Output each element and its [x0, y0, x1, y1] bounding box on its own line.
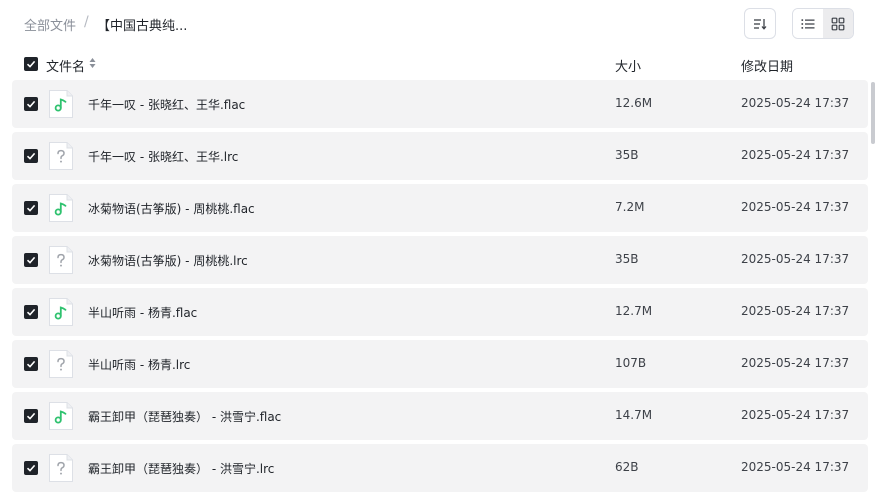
- top-bar: 全部文件 / 【中国古典纯...: [0, 0, 878, 48]
- column-header-modified: 修改日期: [741, 60, 794, 75]
- row-checkbox[interactable]: [24, 253, 38, 267]
- checkmark-icon: [26, 412, 36, 420]
- file-row[interactable]: 冰菊物语(古筝版) - 周桃桃.lrc 35B 2025-05-24 17:37: [12, 236, 868, 284]
- file-name[interactable]: 冰菊物语(古筝版) - 周桃桃.flac: [88, 200, 255, 217]
- file-modified-date: 2025-05-24 17:37: [741, 408, 850, 422]
- audio-file-icon: [49, 298, 73, 326]
- breadcrumb-current-folder: 【中国古典纯...: [97, 19, 188, 34]
- checkmark-icon: [26, 100, 36, 108]
- unknown-file-icon: [49, 350, 73, 378]
- file-row[interactable]: 千年一叹 - 张晓红、王华.lrc 35B 2025-05-24 17:37: [12, 132, 868, 180]
- file-size: 35B: [615, 252, 639, 266]
- file-row[interactable]: 霸王卸甲（琵琶独奏） - 洪雪宁.flac 14.7M 2025-05-24 1…: [12, 392, 868, 440]
- file-row[interactable]: 霸王卸甲（琵琶独奏） - 洪雪宁.lrc 62B 2025-05-24 17:3…: [12, 444, 868, 492]
- column-header-size: 大小: [615, 60, 642, 75]
- unknown-file-icon: [49, 454, 73, 482]
- file-row[interactable]: 千年一叹 - 张晓红、王华.flac 12.6M 2025-05-24 17:3…: [12, 80, 868, 128]
- row-checkbox[interactable]: [24, 97, 38, 111]
- file-name[interactable]: 半山听雨 - 杨青.flac: [88, 304, 197, 321]
- file-name[interactable]: 千年一叹 - 张晓红、王华.flac: [88, 96, 245, 113]
- file-name[interactable]: 霸王卸甲（琵琶独奏） - 洪雪宁.lrc: [88, 460, 274, 477]
- sort-toggle-icon[interactable]: [89, 57, 96, 69]
- audio-file-icon: [49, 402, 73, 430]
- audio-file-icon: [49, 90, 73, 118]
- breadcrumb-root-link[interactable]: 全部文件: [24, 15, 76, 34]
- row-checkbox[interactable]: [24, 461, 38, 475]
- checkmark-icon: [26, 308, 36, 316]
- file-row[interactable]: 冰菊物语(古筝版) - 周桃桃.flac 7.2M 2025-05-24 17:…: [12, 184, 868, 232]
- file-modified-date: 2025-05-24 17:37: [741, 460, 850, 474]
- row-checkbox[interactable]: [24, 305, 38, 319]
- row-checkbox[interactable]: [24, 149, 38, 163]
- file-name[interactable]: 半山听雨 - 杨青.lrc: [88, 356, 190, 373]
- checkmark-icon: [26, 464, 36, 472]
- file-modified-date: 2025-05-24 17:37: [741, 96, 850, 110]
- breadcrumb-separator: /: [84, 14, 89, 30]
- checkmark-icon: [26, 60, 36, 68]
- column-header-name[interactable]: 文件名: [46, 56, 85, 75]
- file-size: 35B: [615, 148, 639, 162]
- file-name[interactable]: 千年一叹 - 张晓红、王华.lrc: [88, 148, 238, 165]
- file-size: 62B: [615, 460, 639, 474]
- row-checkbox[interactable]: [24, 201, 38, 215]
- checkmark-icon: [26, 204, 36, 212]
- file-modified-date: 2025-05-24 17:37: [741, 148, 850, 162]
- file-size: 12.7M: [615, 304, 653, 318]
- select-all-checkbox[interactable]: [24, 57, 38, 71]
- row-checkbox[interactable]: [24, 409, 38, 423]
- sort-button[interactable]: [744, 8, 776, 39]
- file-row[interactable]: 半山听雨 - 杨青.lrc 107B 2025-05-24 17:37: [12, 340, 868, 388]
- audio-file-icon: [49, 194, 73, 222]
- file-name[interactable]: 霸王卸甲（琵琶独奏） - 洪雪宁.flac: [88, 408, 281, 425]
- vertical-scrollbar[interactable]: [871, 82, 875, 144]
- checkmark-icon: [26, 152, 36, 160]
- file-modified-date: 2025-05-24 17:37: [741, 356, 850, 370]
- file-table-header: 文件名 大小 修改日期: [0, 50, 878, 78]
- file-row[interactable]: 半山听雨 - 杨青.flac 12.7M 2025-05-24 17:37: [12, 288, 868, 336]
- file-modified-date: 2025-05-24 17:37: [741, 252, 850, 266]
- file-size: 12.6M: [615, 96, 653, 110]
- unknown-file-icon: [49, 142, 73, 170]
- checkmark-icon: [26, 360, 36, 368]
- view-toggle-group: [792, 8, 854, 39]
- row-checkbox[interactable]: [24, 357, 38, 371]
- grid-view-button[interactable]: [823, 9, 853, 38]
- file-size: 14.7M: [615, 408, 653, 422]
- file-modified-date: 2025-05-24 17:37: [741, 304, 850, 318]
- file-size: 7.2M: [615, 200, 645, 214]
- file-modified-date: 2025-05-24 17:37: [741, 200, 850, 214]
- file-name[interactable]: 冰菊物语(古筝版) - 周桃桃.lrc: [88, 252, 248, 269]
- unknown-file-icon: [49, 246, 73, 274]
- grid-view-icon: [831, 17, 845, 30]
- sort-descending-icon: [754, 18, 767, 30]
- list-view-button[interactable]: [793, 9, 823, 38]
- file-size: 107B: [615, 356, 647, 370]
- list-view-icon: [801, 18, 815, 29]
- checkmark-icon: [26, 256, 36, 264]
